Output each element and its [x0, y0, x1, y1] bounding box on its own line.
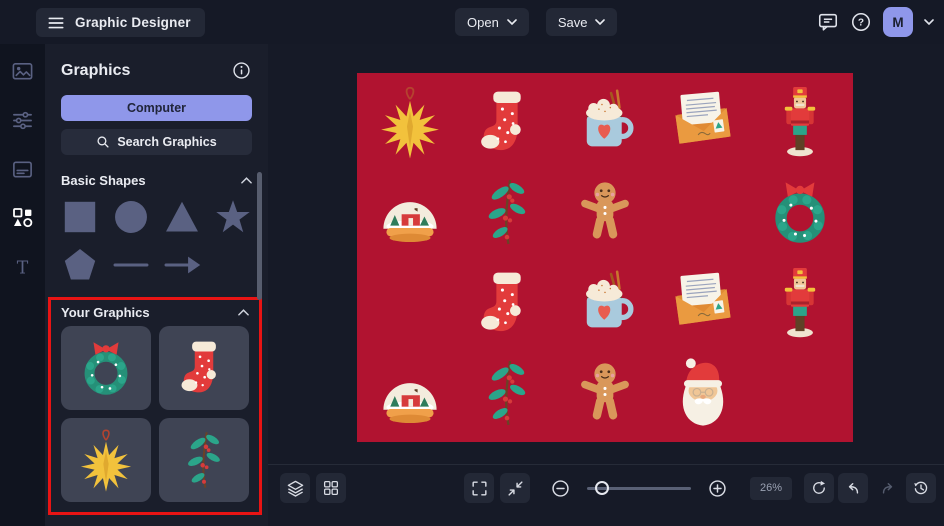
computer-upload-button[interactable]: Computer: [61, 95, 252, 121]
canvas-empty-cell: [654, 167, 752, 257]
canvas-item-stocking[interactable]: [459, 258, 557, 348]
your-graphic-holly[interactable]: [159, 418, 249, 502]
zoom-level-badge: 26%: [750, 476, 793, 500]
help-icon[interactable]: [850, 11, 872, 33]
chevron-up-icon: [241, 177, 252, 184]
shape-square[interactable]: [61, 198, 100, 236]
editor-content: 26%: [268, 44, 944, 526]
graphics-panel: Graphics Computer Search Graphics Basic …: [45, 44, 268, 526]
user-avatar[interactable]: M: [883, 7, 913, 37]
chevron-down-icon: [507, 19, 517, 25]
shape-line[interactable]: [112, 246, 151, 284]
sidebar-item-images[interactable]: [10, 58, 36, 84]
zoom-in-icon[interactable]: [707, 478, 728, 499]
your-graphic-star-ornament[interactable]: [61, 418, 151, 502]
canvas-item-nutcracker[interactable]: [751, 258, 849, 348]
basic-shapes-grid: [61, 198, 252, 284]
canvas-empty-cell: [751, 348, 849, 438]
your-graphic-stocking[interactable]: [159, 326, 249, 410]
canvas-item-holly[interactable]: [459, 348, 557, 438]
fit-to-screen-button[interactable]: [500, 473, 530, 503]
canvas-item-stocking[interactable]: [459, 77, 557, 167]
shape-circle[interactable]: [112, 198, 151, 236]
canvas-item-star-ornament[interactable]: [361, 77, 459, 167]
refresh-button[interactable]: [804, 473, 834, 503]
top-bar: Graphic Designer Open Save M: [0, 0, 944, 44]
canvas-empty-cell: [361, 258, 459, 348]
zoom-slider[interactable]: [587, 473, 691, 503]
chevron-down-icon: [595, 19, 605, 25]
canvas-item-nutcracker[interactable]: [751, 77, 849, 167]
search-graphics-button[interactable]: Search Graphics: [61, 129, 252, 155]
pages-grid-button[interactable]: [316, 473, 346, 503]
fit-screen-icon: [506, 479, 525, 498]
sidebar-item-layouts[interactable]: [10, 156, 36, 182]
canvas-item-cocoa-mug[interactable]: [556, 258, 654, 348]
grid-icon: [322, 479, 340, 497]
expand-icon: [470, 479, 489, 498]
redo-button[interactable]: [872, 473, 902, 503]
redo-icon: [878, 479, 897, 498]
image-icon: [11, 60, 34, 83]
basic-shapes-title: Basic Shapes: [61, 173, 146, 188]
undo-button[interactable]: [838, 473, 868, 503]
panel-title: Graphics: [61, 61, 131, 79]
history-icon: [912, 479, 930, 497]
feedback-chat-icon[interactable]: [817, 11, 839, 33]
your-graphics-title: Your Graphics: [61, 305, 150, 320]
basic-shapes-header[interactable]: Basic Shapes: [61, 173, 252, 188]
open-button[interactable]: Open: [455, 8, 529, 36]
canvas-toolbar: 26%: [268, 464, 944, 526]
canvas-item-santa-letter[interactable]: [654, 258, 752, 348]
app-title-pill: Graphic Designer: [36, 8, 205, 37]
history-button[interactable]: [906, 473, 936, 503]
design-canvas[interactable]: [357, 73, 853, 442]
sidebar-item-graphics[interactable]: [10, 205, 36, 231]
adjustments-icon: [11, 109, 34, 132]
canvas-item-gingerbread[interactable]: [556, 167, 654, 257]
shape-star[interactable]: [213, 198, 252, 236]
your-graphics-header[interactable]: Your Graphics: [61, 305, 249, 320]
sidebar-item-text[interactable]: [10, 254, 36, 280]
shape-triangle[interactable]: [163, 198, 202, 236]
undo-icon: [844, 479, 863, 498]
canvas-item-santa-letter[interactable]: [654, 77, 752, 167]
open-button-label: Open: [467, 14, 499, 30]
save-button[interactable]: Save: [545, 8, 618, 36]
canvas-item-gingerbread[interactable]: [556, 348, 654, 438]
zoom-out-icon[interactable]: [550, 478, 571, 499]
layout-icon: [11, 158, 34, 181]
save-button-label: Save: [557, 14, 588, 30]
search-graphics-label: Search Graphics: [117, 135, 217, 149]
shape-pentagon[interactable]: [61, 246, 100, 284]
chevron-up-icon: [238, 309, 249, 316]
info-icon[interactable]: [231, 60, 252, 81]
layers-icon: [286, 479, 305, 498]
sidebar-item-adjustments[interactable]: [10, 107, 36, 133]
left-icon-rail: [0, 44, 45, 526]
fullscreen-button[interactable]: [464, 473, 494, 503]
your-graphic-wreath[interactable]: [61, 326, 151, 410]
app-title: Graphic Designer: [75, 15, 191, 30]
search-icon: [96, 135, 110, 149]
hamburger-menu-icon[interactable]: [46, 13, 66, 33]
shape-arrow[interactable]: [163, 246, 202, 284]
panel-scrollbar-thumb[interactable]: [257, 172, 262, 300]
layers-button[interactable]: [280, 473, 310, 503]
account-chevron-down-icon[interactable]: [924, 19, 934, 25]
shapes-icon: [11, 206, 35, 230]
refresh-icon: [810, 479, 828, 497]
your-graphics-highlight: Your Graphics: [48, 297, 262, 515]
canvas-item-santa-face[interactable]: [654, 348, 752, 438]
canvas-item-snow-globe[interactable]: [361, 348, 459, 438]
canvas-item-snow-globe[interactable]: [361, 167, 459, 257]
canvas-item-wreath[interactable]: [751, 167, 849, 257]
canvas-item-holly[interactable]: [459, 167, 557, 257]
your-graphics-grid: [61, 326, 249, 502]
canvas-item-cocoa-mug[interactable]: [556, 77, 654, 167]
text-icon: [11, 256, 34, 279]
zoom-slider-knob[interactable]: [595, 481, 609, 495]
